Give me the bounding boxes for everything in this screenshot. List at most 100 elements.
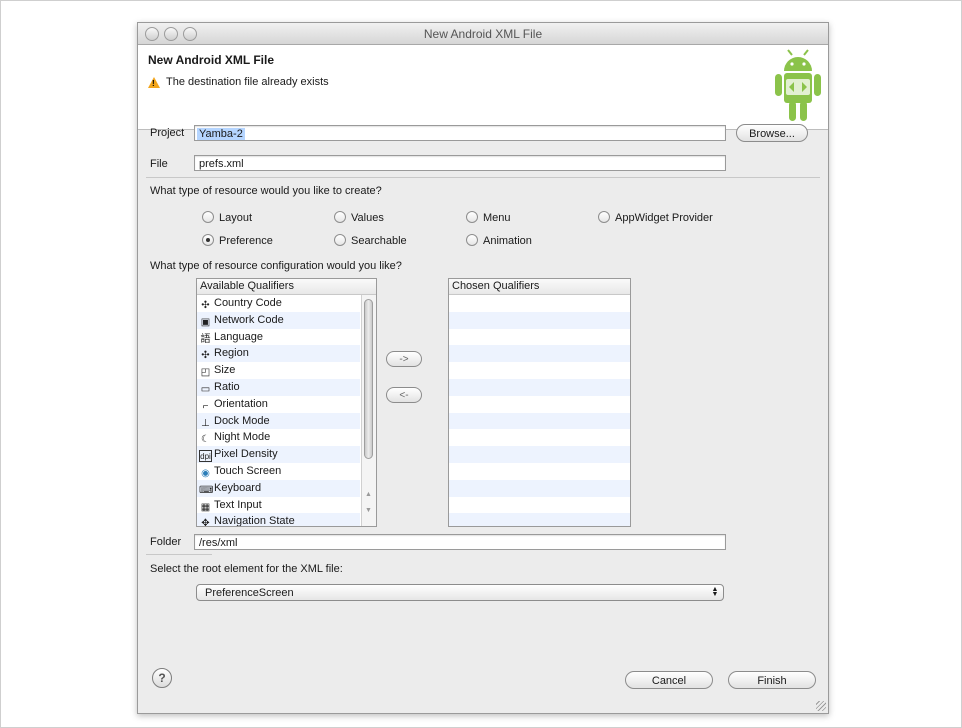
qualifier-item-orientation[interactable]: ⌐ Orientation xyxy=(197,396,360,413)
cancel-button[interactable]: Cancel xyxy=(625,671,713,689)
qualifier-item-dock-mode[interactable]: ⊥ Dock Mode xyxy=(197,412,360,430)
empty-row xyxy=(449,479,630,497)
radio-label: AppWidget Provider xyxy=(615,212,713,224)
scroll-down-arrow-icon[interactable]: ▼ xyxy=(365,507,372,514)
empty-row xyxy=(449,396,630,413)
wizard-title: New Android XML File xyxy=(148,53,275,67)
project-value: Yamba-2 xyxy=(197,128,245,140)
qualifier-item-size[interactable]: ◰ Size xyxy=(197,362,360,379)
qualifier-item-country-code[interactable]: ✣ Country Code xyxy=(197,295,360,312)
browse-button[interactable]: Browse... xyxy=(736,124,808,142)
qualifier-label: Text Input xyxy=(214,498,262,511)
country-code-icon: ✣ xyxy=(201,300,210,311)
radio-label: Animation xyxy=(483,235,532,247)
radio-circle xyxy=(334,234,346,246)
radio-values[interactable]: Values xyxy=(334,211,384,224)
separator xyxy=(146,177,820,178)
qualifier-item-network-code[interactable]: ▣ Network Code xyxy=(197,311,360,329)
folder-value: /res/xml xyxy=(199,537,238,549)
qualifier-item-pixel-density[interactable]: dpi Pixel Density xyxy=(197,446,360,463)
available-qualifiers-rows: ✣ Country Code ▣ Network Code 語 Language ✣ R… xyxy=(197,295,360,527)
project-label: Project xyxy=(150,127,185,139)
chevron-up-down-icon: ▲ ▼ xyxy=(711,586,719,598)
qualifier-item-keyboard[interactable]: ⌨Keyboard xyxy=(197,479,360,497)
available-qualifiers-scrollbar[interactable]: ▲ ▼ xyxy=(361,295,376,526)
radio-circle-selected xyxy=(202,234,214,246)
warning-icon: ! xyxy=(148,77,160,88)
qualifier-label: Country Code xyxy=(214,297,282,309)
qualifier-label: Dock Mode xyxy=(214,414,270,427)
qualifier-label: Keyboard xyxy=(214,481,262,494)
radio-circle xyxy=(598,211,610,223)
android-logo-icon xyxy=(775,49,821,121)
empty-row xyxy=(449,311,630,329)
file-value: prefs.xml xyxy=(199,158,244,170)
navigation-state-icon: ✥ xyxy=(201,518,210,527)
empty-row xyxy=(449,362,630,379)
qualifier-item-navigation-state[interactable]: ✥ Navigation State xyxy=(197,513,360,527)
root-element-value: PreferenceScreen xyxy=(205,587,294,599)
night-mode-icon: ☾ xyxy=(201,434,210,446)
empty-row xyxy=(449,429,630,446)
qualifier-item-region[interactable]: ✣ Region xyxy=(197,345,360,363)
qualifier-label: Size xyxy=(214,364,236,377)
qualifier-label: Pixel Density xyxy=(214,448,278,461)
empty-row xyxy=(449,412,630,430)
text-input-icon: ▦ xyxy=(200,501,211,513)
qualifier-item-language[interactable]: 語 Language xyxy=(197,329,360,346)
empty-row xyxy=(449,345,630,363)
empty-row xyxy=(449,378,630,396)
qualifier-item-ratio[interactable]: ▭ Ratio xyxy=(197,378,360,396)
folder-field[interactable]: /res/xml xyxy=(194,534,726,550)
qualifier-label: Touch Screen xyxy=(214,464,282,477)
resource-type-question: What type of resource would you like to … xyxy=(150,185,382,197)
orientation-icon: ⌐ xyxy=(202,400,209,412)
help-button[interactable]: ? xyxy=(152,668,172,688)
ratio-icon: ▭ xyxy=(200,383,211,395)
scroll-up-arrow-icon[interactable]: ▲ xyxy=(365,491,372,498)
finish-button[interactable]: Finish xyxy=(728,671,816,689)
project-field[interactable]: Yamba-2 xyxy=(194,125,726,141)
network-code-icon: ▣ xyxy=(200,316,211,328)
region-icon: ✣ xyxy=(201,350,210,362)
resize-grip-icon[interactable] xyxy=(816,701,826,711)
radio-circle xyxy=(334,211,346,223)
file-field[interactable]: prefs.xml xyxy=(194,155,726,171)
title-bar[interactable]: New Android XML File xyxy=(138,23,828,45)
qualifier-item-night-mode[interactable]: ☾ Night Mode xyxy=(197,429,360,446)
dock-mode-icon: ⊥ xyxy=(201,417,210,429)
file-label: File xyxy=(150,158,168,170)
keyboard-icon: ⌨ xyxy=(199,484,214,496)
available-qualifiers-list[interactable]: Available Qualifiers ✣ Country Code ▣ Netw… xyxy=(196,278,377,527)
chosen-qualifiers-rows xyxy=(449,295,630,526)
radio-label: Menu xyxy=(483,212,511,224)
pixel-density-icon: dpi xyxy=(199,450,212,463)
radio-label: Values xyxy=(351,212,384,224)
empty-row xyxy=(449,513,630,526)
radio-searchable[interactable]: Searchable xyxy=(334,234,407,247)
scrollbar-thumb[interactable] xyxy=(364,299,373,459)
qualifier-label: Ratio xyxy=(214,380,240,393)
root-element-select[interactable]: PreferenceScreen ▲ ▼ xyxy=(196,584,724,601)
radio-animation[interactable]: Animation xyxy=(466,234,532,247)
radio-appwidget-provider[interactable]: AppWidget Provider xyxy=(598,211,713,224)
add-qualifier-button[interactable]: -> xyxy=(386,351,422,367)
radio-preference[interactable]: Preference xyxy=(202,234,273,247)
radio-label: Searchable xyxy=(351,235,407,247)
available-qualifiers-header: Available Qualifiers xyxy=(197,279,376,295)
qualifier-label: Night Mode xyxy=(214,431,271,444)
qualifier-label: Network Code xyxy=(214,313,284,326)
qualifier-item-touch-screen[interactable]: ◉ Touch Screen xyxy=(197,463,360,480)
radio-circle xyxy=(202,211,214,223)
radio-layout[interactable]: Layout xyxy=(202,211,252,224)
separator xyxy=(146,554,212,555)
root-element-question: Select the root element for the XML file… xyxy=(150,563,343,575)
qualifier-item-text-input[interactable]: ▦ Text Input xyxy=(197,497,360,514)
radio-menu[interactable]: Menu xyxy=(466,211,511,224)
chosen-qualifiers-list[interactable]: Chosen Qualifiers xyxy=(448,278,631,527)
remove-qualifier-button[interactable]: <- xyxy=(386,387,422,403)
size-icon: ◰ xyxy=(200,367,211,379)
radio-circle xyxy=(466,211,478,223)
empty-row xyxy=(449,446,630,463)
language-icon: 語 xyxy=(200,333,211,345)
